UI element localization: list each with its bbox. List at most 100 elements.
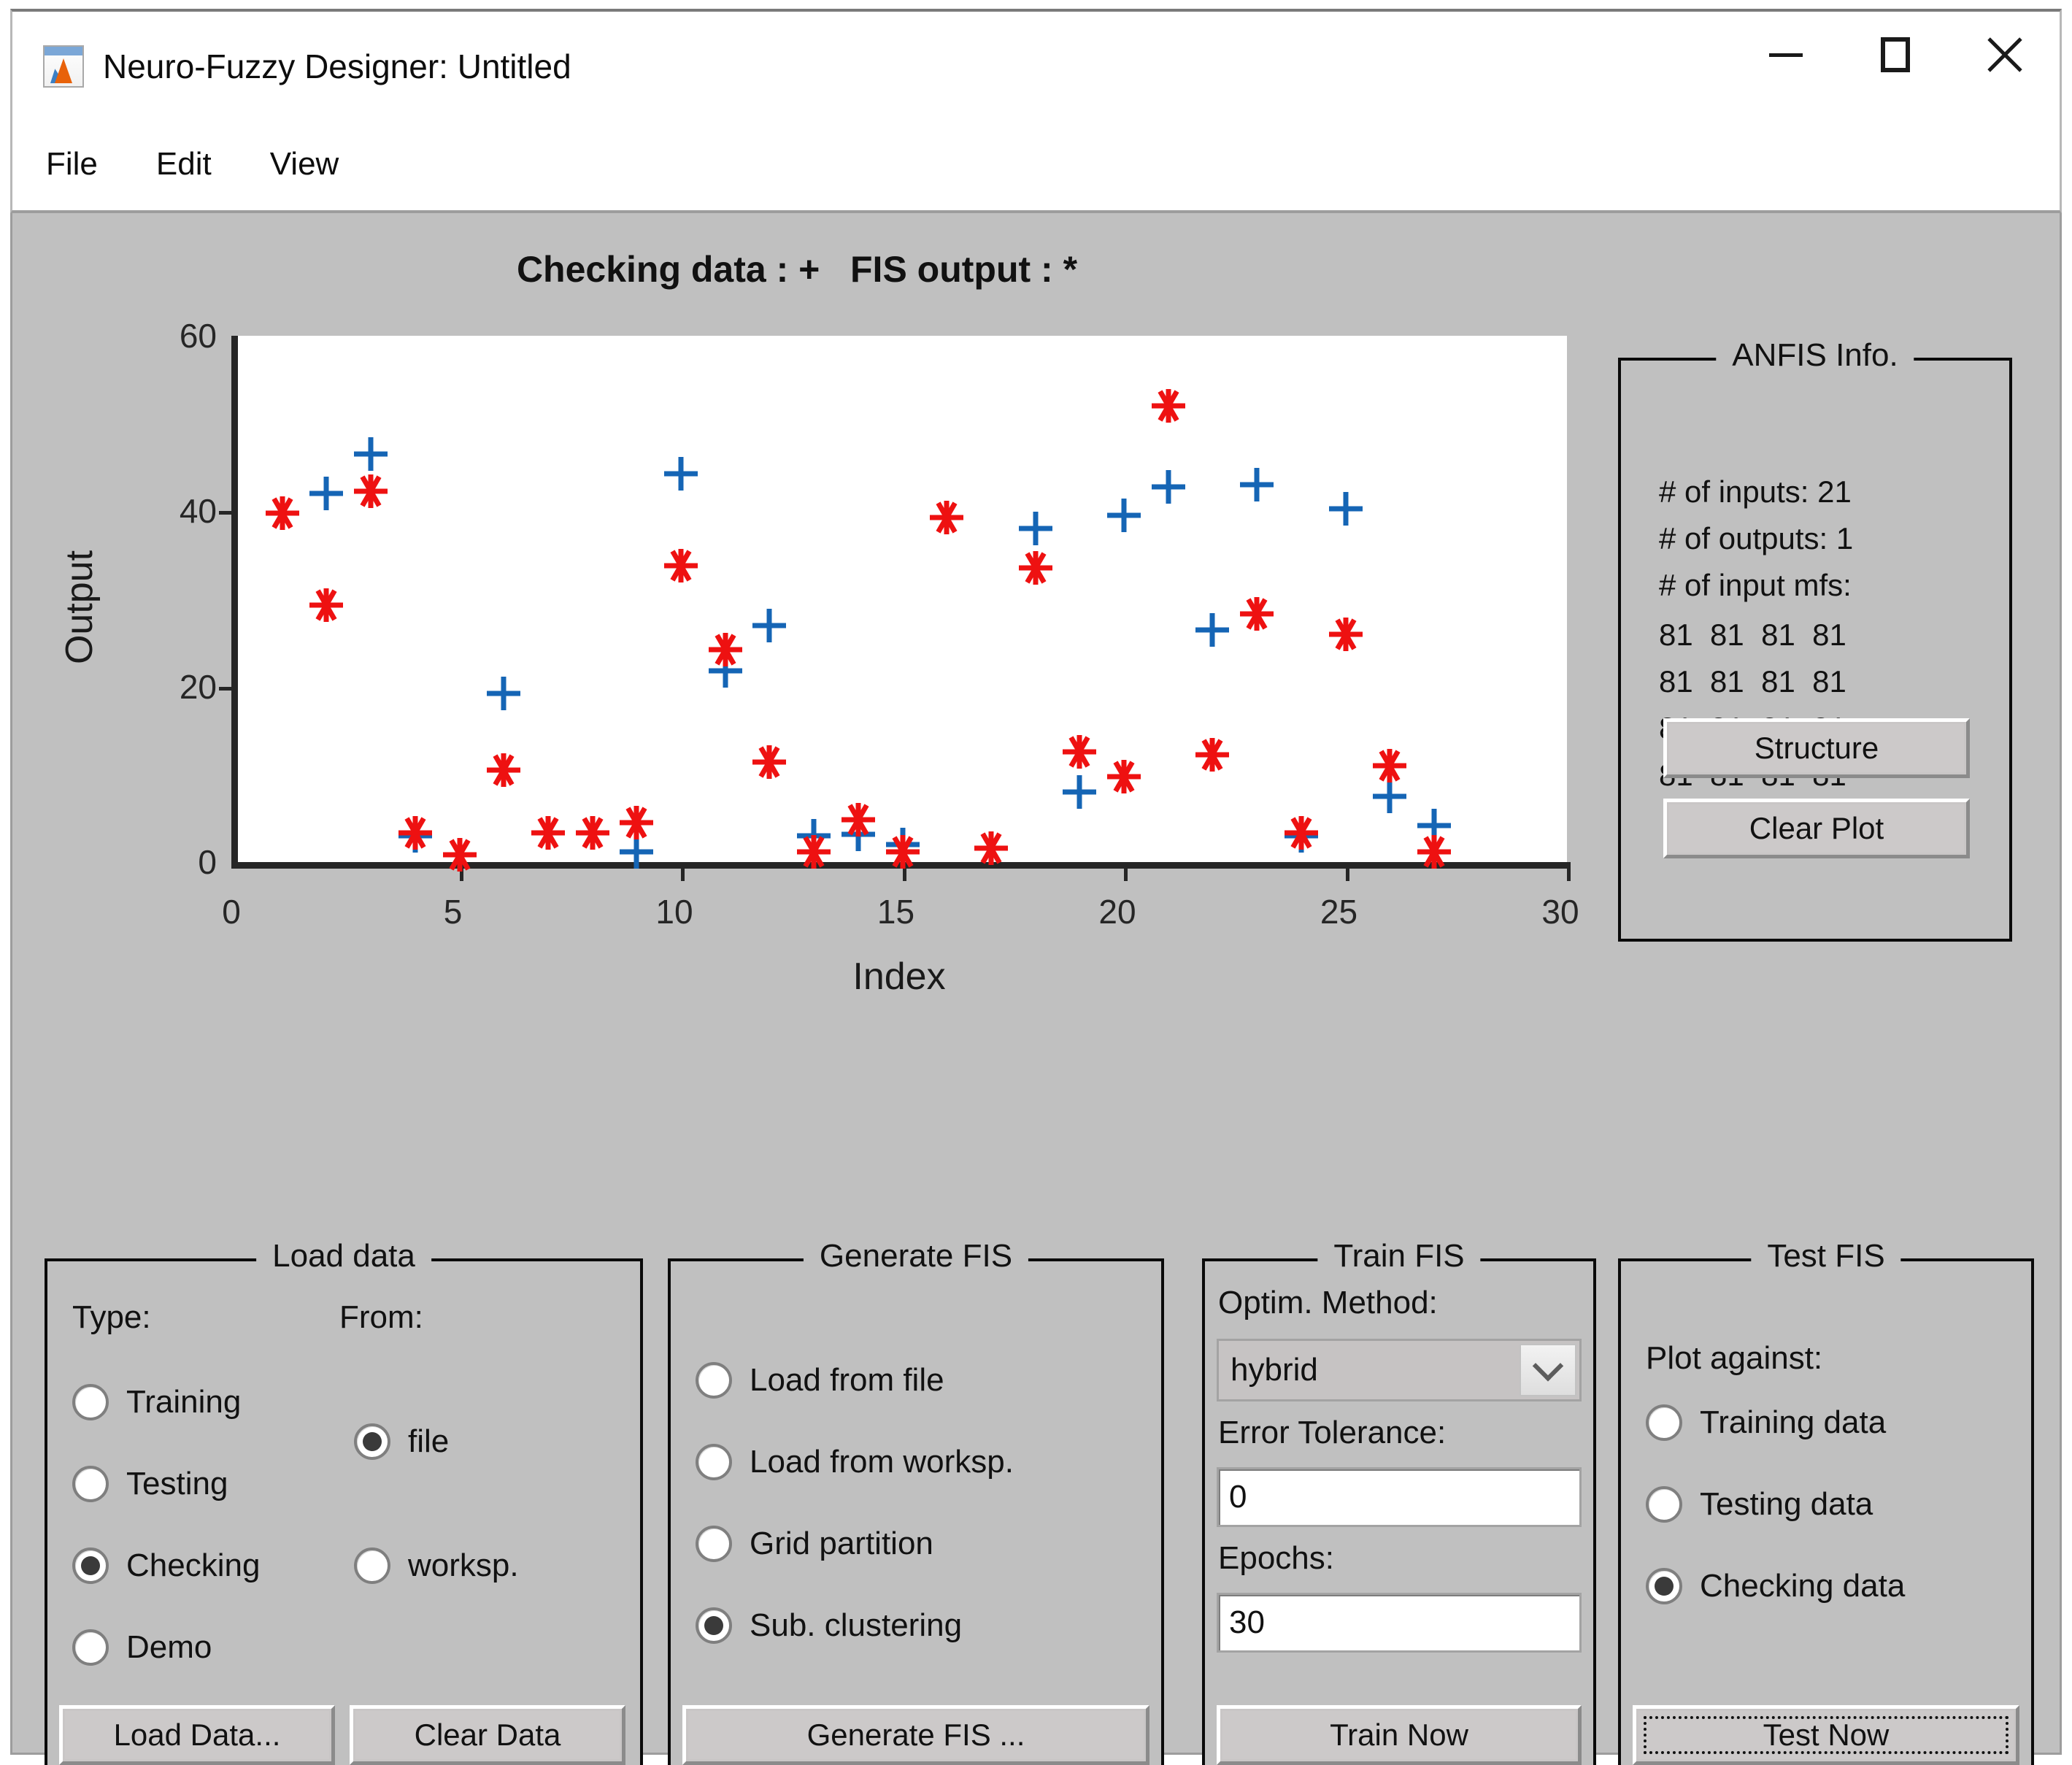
radio-test-training-data[interactable]: Training data (1646, 1404, 1886, 1441)
x-axis-tick (903, 862, 906, 881)
test-now-button[interactable]: Test Now (1633, 1705, 2019, 1765)
fis-output-marker (531, 816, 565, 850)
y-tick-label: 40 (71, 491, 217, 531)
load-data-panel: Load data Type: From: Training Testing C… (45, 1258, 643, 1765)
minimize-icon (1769, 53, 1803, 57)
scatter-plot-axes[interactable] (231, 336, 1567, 869)
menu-item-view[interactable]: View (270, 146, 339, 182)
radio-gen-load-worksp[interactable]: Load from worksp. (696, 1444, 1014, 1480)
train-now-button[interactable]: Train Now (1217, 1705, 1582, 1765)
checking-data-marker (1195, 613, 1229, 647)
fis-output-marker (398, 816, 432, 850)
epochs-input[interactable]: 30 (1217, 1593, 1582, 1653)
radio-gen-grid-partition[interactable]: Grid partition (696, 1526, 933, 1562)
fis-output-marker (1019, 551, 1052, 585)
type-label: Type: (72, 1299, 151, 1336)
minimize-button[interactable] (1731, 12, 1841, 98)
matlab-icon (43, 45, 84, 88)
radio-from-file[interactable]: file (354, 1423, 449, 1460)
radio-label: Sub. clustering (750, 1607, 962, 1644)
radio-label: Checking (126, 1547, 260, 1584)
radio-icon (696, 1444, 732, 1480)
radio-gen-load-file[interactable]: Load from file (696, 1362, 944, 1399)
radio-type-checking[interactable]: Checking (72, 1547, 260, 1584)
anfis-info-line: 81 81 81 81 (1659, 612, 1853, 658)
fis-output-marker (576, 816, 609, 850)
fis-output-marker (1107, 760, 1141, 793)
x-tick-label: 30 (1541, 892, 1579, 931)
radio-label: Load from file (750, 1362, 944, 1399)
radio-label: Training data (1700, 1404, 1886, 1441)
fis-output-marker (1285, 816, 1318, 850)
radio-icon (696, 1526, 732, 1562)
radio-label: Training (126, 1384, 241, 1420)
radio-from-worksp[interactable]: worksp. (354, 1547, 519, 1584)
checking-data-marker (487, 677, 520, 710)
plot-title: Checking data : + FIS output : * (12, 248, 1582, 291)
optim-method-select[interactable]: hybrid (1217, 1339, 1582, 1401)
radio-type-testing[interactable]: Testing (72, 1466, 228, 1502)
structure-button[interactable]: Structure (1663, 718, 1970, 778)
checking-data-marker (1152, 470, 1185, 504)
radio-type-demo[interactable]: Demo (72, 1629, 212, 1666)
checking-data-marker (797, 819, 831, 853)
y-tick-label: 0 (71, 842, 217, 882)
optim-method-value: hybrid (1231, 1352, 1318, 1388)
x-axis-tick (1346, 862, 1349, 881)
generate-fis-button[interactable]: Generate FIS ... (682, 1705, 1149, 1765)
train-fis-title: Train FIS (1317, 1238, 1480, 1274)
y-tick-label: 20 (71, 667, 217, 707)
radio-test-checking-data[interactable]: Checking data (1646, 1568, 1905, 1604)
radio-icon (1646, 1568, 1682, 1604)
maximize-icon (1881, 37, 1910, 72)
radio-type-training[interactable]: Training (72, 1384, 241, 1420)
load-data-title: Load data (256, 1238, 431, 1274)
x-tick-label: 20 (1098, 892, 1136, 931)
fis-output-marker (487, 753, 520, 787)
from-label: From: (339, 1299, 423, 1336)
checking-data-marker (841, 818, 875, 851)
radio-label: Testing data (1700, 1486, 1873, 1523)
checking-data-marker (1329, 492, 1363, 526)
error-tolerance-input[interactable]: 0 (1217, 1467, 1582, 1527)
radio-label: worksp. (408, 1547, 519, 1584)
x-tick-label: 5 (444, 892, 463, 931)
maximize-button[interactable] (1841, 12, 1950, 98)
x-axis-tick (1124, 862, 1128, 881)
close-button[interactable] (1950, 12, 2060, 98)
load-data-button[interactable]: Load Data... (59, 1705, 335, 1765)
clear-data-button[interactable]: Clear Data (350, 1705, 625, 1765)
fis-output-marker (841, 803, 875, 837)
menu-item-file[interactable]: File (46, 146, 98, 182)
fis-output-marker (1152, 389, 1185, 423)
anfis-info-panel: ANFIS Info. # of inputs: 21# of outputs:… (1618, 358, 2012, 942)
radio-icon (696, 1362, 732, 1399)
menu-item-edit[interactable]: Edit (156, 146, 212, 182)
fis-output-marker (1063, 735, 1096, 769)
test-now-label: Test Now (1763, 1718, 1890, 1753)
checking-data-marker (1373, 780, 1406, 813)
generate-fis-title: Generate FIS (804, 1238, 1028, 1274)
error-tolerance-label: Error Tolerance: (1218, 1415, 1446, 1451)
checking-data-marker (1417, 809, 1451, 842)
test-fis-title: Test FIS (1751, 1238, 1900, 1274)
radio-label: file (408, 1423, 449, 1460)
radio-test-testing-data[interactable]: Testing data (1646, 1486, 1873, 1523)
x-axis-label: Index (852, 955, 945, 999)
test-fis-panel: Test FIS Plot against: Training data Tes… (1618, 1258, 2034, 1765)
checking-data-marker (1063, 775, 1096, 809)
radio-gen-sub-clustering[interactable]: Sub. clustering (696, 1607, 962, 1644)
clear-plot-button[interactable]: Clear Plot (1663, 799, 1970, 858)
fis-output-marker (1373, 749, 1406, 782)
fis-output-marker (797, 835, 831, 869)
radio-label: Grid partition (750, 1526, 933, 1562)
window-controls (1731, 12, 2060, 98)
fis-output-marker (752, 745, 786, 779)
radio-label: Load from worksp. (750, 1444, 1014, 1480)
plot-against-label: Plot against: (1646, 1340, 1822, 1377)
anfis-info-line: # of inputs: 21 (1659, 469, 1853, 515)
y-axis-tick (219, 511, 238, 515)
checking-data-marker (752, 609, 786, 642)
fis-output-marker (974, 831, 1008, 865)
checking-data-marker (1285, 819, 1318, 853)
